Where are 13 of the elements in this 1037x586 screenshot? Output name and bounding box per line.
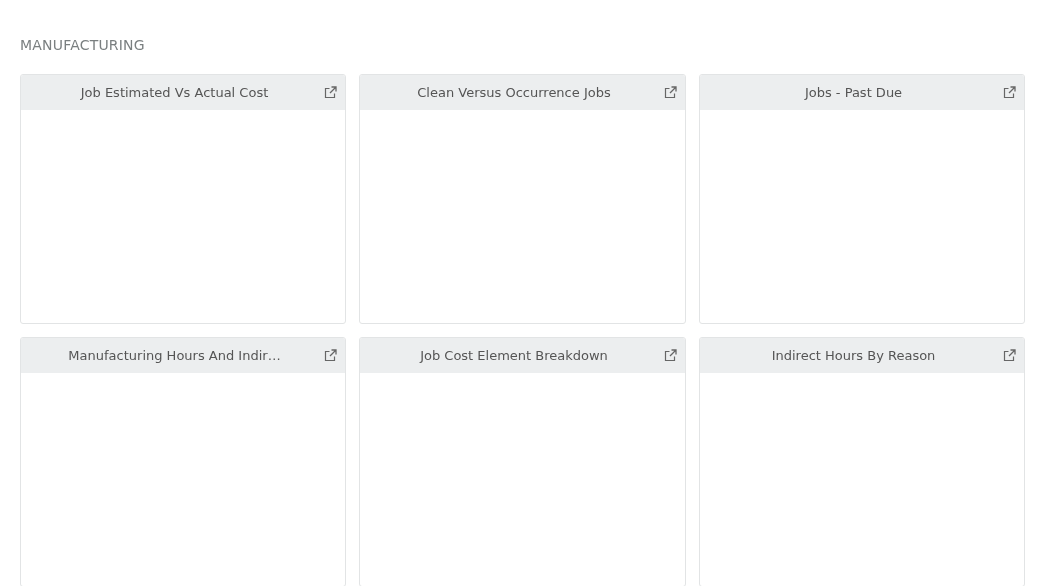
card-title: Job Estimated Vs Actual Cost <box>79 85 270 100</box>
card-title: Clean Versus Occurrence Jobs <box>416 85 612 100</box>
card-title: Indirect Hours By Reason <box>770 348 937 363</box>
section-title: MANUFACTURING <box>20 36 146 55</box>
external-link-icon[interactable] <box>664 349 677 362</box>
external-link-icon[interactable] <box>324 349 337 362</box>
external-link-icon[interactable] <box>664 86 677 99</box>
card-title: Job Cost Element Breakdown <box>418 348 609 363</box>
card-title: Jobs - Past Due <box>803 85 904 100</box>
card-title: Manufacturing Hours And Indir… <box>67 348 282 363</box>
external-link-icon[interactable] <box>324 86 337 99</box>
external-link-icon[interactable] <box>1003 86 1016 99</box>
external-link-icon[interactable] <box>1003 349 1016 362</box>
